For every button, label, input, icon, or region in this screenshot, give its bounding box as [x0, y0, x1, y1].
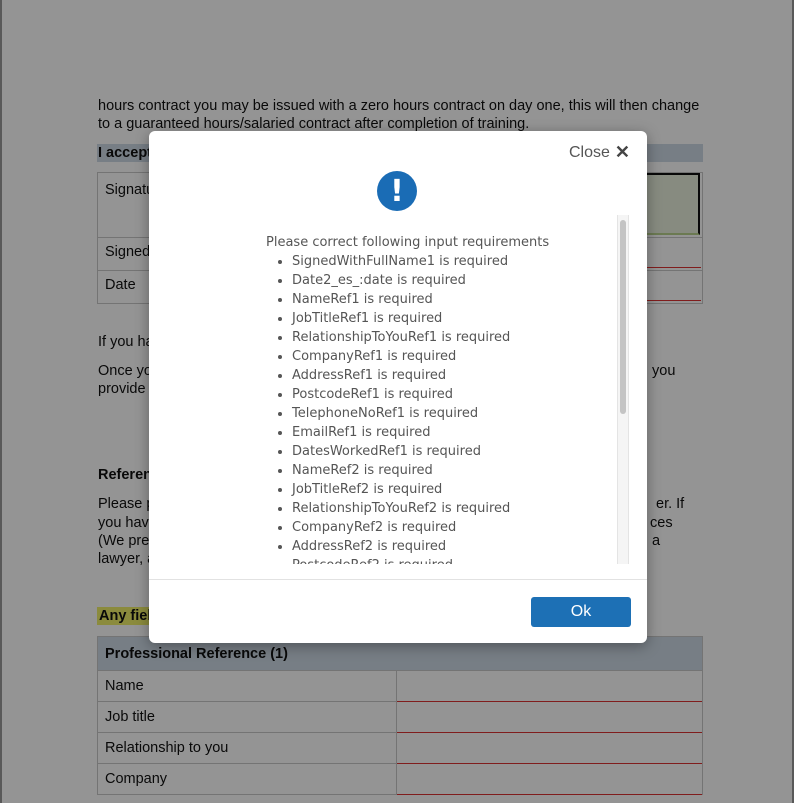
scrollbar-thumb[interactable] [620, 220, 626, 414]
validation-dialog: Close ✕ ! Please correct following input… [149, 131, 647, 643]
error-message-area: Please correct following input requireme… [149, 215, 625, 564]
error-list: SignedWithFullName1 is required Date2_es… [266, 252, 549, 564]
error-item: RelationshipToYouRef1 is required [292, 328, 549, 347]
error-item: DatesWorkedRef1 is required [292, 442, 549, 461]
error-item: NameRef2 is required [292, 461, 549, 480]
error-item: TelephoneNoRef1 is required [292, 404, 549, 423]
error-item: CompanyRef1 is required [292, 347, 549, 366]
error-item: RelationshipToYouRef2 is required [292, 499, 549, 518]
error-item: PostcodeRef1 is required [292, 385, 549, 404]
error-item: PostcodeRef2 is required [292, 556, 549, 564]
error-list-scrollbar[interactable] [617, 215, 629, 564]
footer-divider [149, 579, 647, 580]
error-item: CompanyRef2 is required [292, 518, 549, 537]
alert-glyph: ! [390, 173, 404, 209]
error-title: Please correct following input requireme… [266, 235, 550, 250]
error-item: JobTitleRef2 is required [292, 480, 549, 499]
error-item: JobTitleRef1 is required [292, 309, 549, 328]
exclamation-circle-icon: ! [377, 171, 417, 211]
error-item: NameRef1 is required [292, 290, 549, 309]
close-button[interactable]: Close ✕ [569, 142, 630, 163]
error-item: EmailRef1 is required [292, 423, 549, 442]
error-item: Date2_es_:date is required [292, 271, 549, 290]
error-item: SignedWithFullName1 is required [292, 252, 549, 271]
ok-button[interactable]: Ok [531, 597, 631, 627]
error-item: AddressRef2 is required [292, 537, 549, 556]
close-label: Close [569, 143, 610, 161]
error-item: AddressRef1 is required [292, 366, 549, 385]
close-x-icon: ✕ [614, 142, 630, 162]
